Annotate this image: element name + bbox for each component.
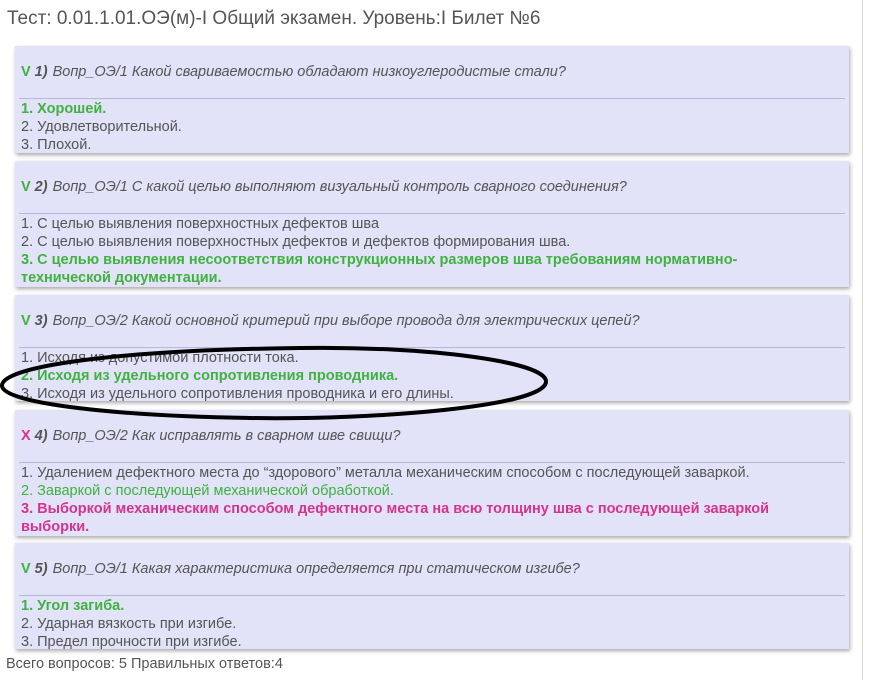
summary-text: Всего вопросов: 5 Правильных ответов:4 [6, 656, 283, 672]
question-number: 5) [34, 561, 48, 577]
answer-list: 1. Исходя из допустимой плотности тока. … [15, 348, 849, 403]
answer-item: 3. Плохой. [21, 137, 92, 153]
question-number: 1) [34, 64, 48, 80]
answer-item: 1. Хорошей. [21, 101, 107, 117]
question-number: 4) [34, 428, 48, 444]
question-text: Вопр_ОЭ/1 Какой свариваемостью обладают … [52, 64, 566, 80]
wrong-mark-icon: X [21, 428, 31, 444]
answer-item: 3. Выборкой механическим способом дефект… [21, 501, 770, 535]
answer-list: 1. Хорошей. 2. Удовлетворительной. 3. Пл… [15, 99, 849, 154]
answer-item: 2. Ударная вязкость при изгибе. [21, 616, 237, 632]
answer-item: 1. Удалением дефектного места до “здоров… [21, 465, 750, 481]
answer-item: 1. Исходя из допустимой плотности тока. [21, 350, 299, 366]
answer-item: 3. Исходя из удельного сопротивления про… [21, 386, 454, 402]
question-text: Вопр_ОЭ/2 Как исправлять в сварном шве с… [52, 428, 401, 444]
question-header: V 2) Вопр_ОЭ/1 С какой целью выполняют в… [15, 161, 849, 213]
correct-mark-icon: V [21, 64, 31, 80]
question-header: X 4) Вопр_ОЭ/2 Как исправлять в сварном … [15, 410, 849, 462]
question-text: Вопр_ОЭ/1 Какая характеристика определяе… [52, 561, 580, 577]
question-card-3: V 3) Вопр_ОЭ/2 Какой основной критерий п… [15, 295, 849, 403]
question-number: 2) [34, 179, 48, 195]
correct-mark-icon: V [21, 313, 31, 329]
question-number: 3) [34, 313, 48, 329]
answer-list: 1. Угол загиба. 2. Ударная вязкость при … [15, 596, 849, 651]
question-header: V 3) Вопр_ОЭ/2 Какой основной критерий п… [15, 295, 849, 347]
question-card-1: V 1) Вопр_ОЭ/1 Какой свариваемостью обла… [15, 46, 849, 153]
answer-item: 2. Удовлетворительной. [21, 119, 182, 135]
answer-list: 1. С целью выявления поверхностных дефек… [15, 214, 849, 287]
answer-list: 1. Удалением дефектного места до “здоров… [15, 463, 849, 536]
answer-item: 2. С целью выявления поверхностных дефек… [21, 234, 571, 250]
answer-item: 1. Угол загиба. [21, 598, 125, 614]
question-card-2: V 2) Вопр_ОЭ/1 С какой целью выполняют в… [15, 161, 849, 287]
question-card-5: V 5) Вопр_ОЭ/1 Какая характеристика опре… [15, 543, 849, 651]
correct-mark-icon: V [21, 561, 31, 577]
answer-item: 2. Заваркой с последующей механической о… [21, 483, 394, 499]
page-title: Тест: 0.01.1.01.ОЭ(м)-I Общий экзамен. У… [7, 8, 541, 29]
answer-item: 2. Исходя из удельного сопротивления про… [21, 368, 399, 384]
question-card-4: X 4) Вопр_ОЭ/2 Как исправлять в сварном … [15, 410, 849, 536]
answer-item: 1. С целью выявления поверхностных дефек… [21, 216, 380, 232]
question-text: Вопр_ОЭ/2 Какой основной критерий при вы… [52, 313, 640, 329]
question-text: Вопр_ОЭ/1 С какой целью выполняют визуал… [52, 179, 627, 195]
question-header: V 5) Вопр_ОЭ/1 Какая характеристика опре… [15, 543, 849, 595]
question-header: V 1) Вопр_ОЭ/1 Какой свариваемостью обла… [15, 46, 849, 98]
answer-item: 3. С целью выявления несоответствия конс… [21, 252, 738, 286]
answer-item: 3. Предел прочности при изгибе. [21, 634, 242, 650]
correct-mark-icon: V [21, 179, 31, 195]
